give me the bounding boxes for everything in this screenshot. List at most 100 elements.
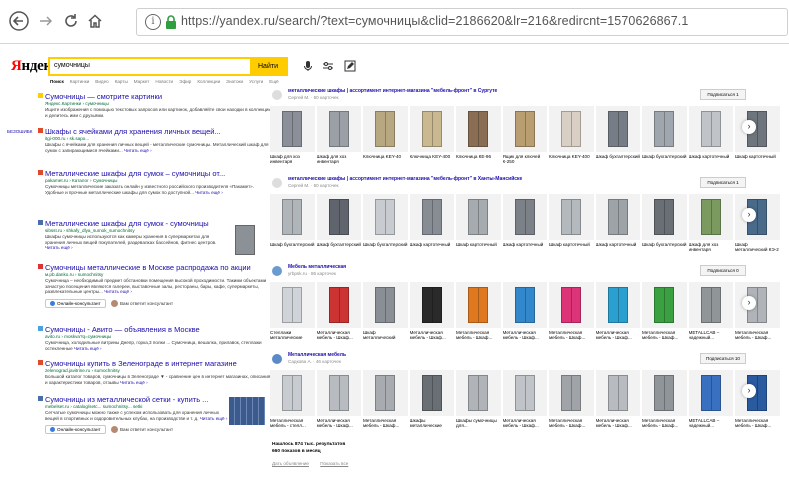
tab-more[interactable]: Ещё [269, 79, 278, 84]
collection-author[interactable]: yrbpsk.ru · 86 карточек [288, 271, 336, 276]
collection-card[interactable]: Шкаф картотечный [595, 194, 640, 253]
tab-experts[interactable]: Знатоки [226, 79, 243, 84]
collection-card[interactable]: METALLCAB – надежный... [688, 282, 733, 341]
collection-card[interactable]: Шкаф бухгалтерский [595, 106, 640, 165]
tab-market[interactable]: Маркет [134, 79, 150, 84]
back-icon[interactable] [8, 10, 30, 32]
card-image[interactable] [502, 370, 547, 416]
microphone-icon[interactable] [302, 60, 314, 72]
collection-card[interactable]: Металлическая мебель - Шкаф... [642, 370, 687, 429]
collection-card[interactable]: Шкаф металлический [363, 282, 408, 341]
collection-card[interactable]: Шкаф бухгалтерский [642, 106, 687, 165]
card-image[interactable] [270, 370, 315, 416]
collection-card[interactable]: Шкафы сумочницы для... [456, 370, 501, 429]
collection-avatar[interactable] [272, 354, 282, 364]
collection-card[interactable]: Металлическая мебель - Шкаф... [502, 370, 547, 429]
collection-card[interactable]: Шкаф бухгалтерский [316, 194, 361, 253]
collection-card[interactable]: Шкаф картотечный [549, 194, 594, 253]
collection-card[interactable]: Шкаф бухгалтерский [642, 194, 687, 253]
read-more-link[interactable]: Читать ещё › [104, 289, 132, 294]
card-image[interactable] [409, 106, 454, 152]
collection-avatar[interactable] [272, 178, 282, 188]
card-image[interactable] [642, 106, 687, 152]
card-image[interactable] [549, 282, 594, 328]
card-image[interactable] [456, 106, 501, 152]
card-image[interactable] [456, 370, 501, 416]
collection-card[interactable]: Металлическая мебель - Шкаф... [456, 282, 501, 341]
card-image[interactable] [502, 194, 547, 240]
collection-card[interactable]: Ящик для ключей К-250 [502, 106, 547, 165]
collection-card[interactable]: Шкаф для хоз инвентаря [316, 106, 361, 165]
result-thumbnail[interactable] [229, 397, 265, 425]
collection-card[interactable]: Металлическая мебель - Шкаф... [316, 282, 361, 341]
card-image[interactable] [270, 194, 315, 240]
collection-card[interactable]: Ключница KEY-40 [363, 106, 408, 165]
collection-title[interactable]: Мебель металлическая [288, 264, 346, 270]
subscribe-button[interactable]: Подписаться 1 [700, 177, 746, 188]
card-image[interactable] [316, 370, 361, 416]
card-image[interactable] [688, 194, 733, 240]
result-title[interactable]: Металлические шкафы для сумок – сумочниц… [45, 169, 273, 178]
collection-card[interactable]: Ключница KEY-400 [409, 106, 454, 165]
chevron-right-icon[interactable]: › [742, 208, 756, 222]
card-image[interactable] [316, 194, 361, 240]
advertise-link[interactable]: Дать объявление [272, 461, 309, 466]
collection-card[interactable]: Шкаф картотечный [688, 106, 733, 165]
card-image[interactable] [688, 106, 733, 152]
collection-author[interactable]: Сергей М. · 50 карточек [288, 95, 339, 100]
settings-sliders-icon[interactable] [322, 60, 334, 72]
result-title[interactable]: Металлические шкафы для сумок - сумочниц… [45, 219, 229, 228]
collection-card[interactable]: Шкаф для хоз инвентаря [688, 194, 733, 253]
read-more-link[interactable]: Читать ещё › [74, 346, 102, 351]
card-image[interactable] [642, 282, 687, 328]
collection-card[interactable]: Шкаф бухгалтерский [363, 194, 408, 253]
search-input[interactable] [54, 62, 254, 69]
result-thumbnail[interactable] [235, 225, 255, 255]
collection-card[interactable]: Шкаф для хоз инвентаря [270, 106, 315, 165]
subscribe-button[interactable]: Подписаться 10 [700, 353, 746, 364]
collection-card[interactable]: Металлическая мебель - Шкаф... [363, 370, 408, 429]
search-button[interactable]: Найти [250, 59, 286, 74]
url-text[interactable]: https://yandex.ru/search/?text=сумочницы… [181, 14, 688, 28]
card-image[interactable] [363, 282, 408, 328]
collection-card[interactable]: Металлическая мебель - Шкаф... [316, 370, 361, 429]
collection-card[interactable]: Металлическая мебель - Шкаф... [549, 370, 594, 429]
tab-images[interactable]: Картинки [70, 79, 89, 84]
collection-card[interactable]: Металлическая мебель - Шкаф... [735, 370, 780, 429]
collection-card[interactable]: Металлическая мебель - Шкаф... [502, 282, 547, 341]
collection-card[interactable]: Стеллажи металлические [270, 282, 315, 341]
card-image[interactable] [409, 282, 454, 328]
reload-icon[interactable] [60, 10, 82, 32]
result-title[interactable]: Сумочницы - Авито — объявления в Москве [45, 325, 273, 334]
tab-news[interactable]: Новости [155, 79, 173, 84]
chevron-right-icon[interactable]: › [742, 296, 756, 310]
forward-icon[interactable] [35, 10, 57, 32]
card-image[interactable] [270, 282, 315, 328]
info-icon[interactable]: i [145, 14, 161, 30]
read-more-link[interactable]: Читать ещё › [124, 148, 152, 153]
home-icon[interactable] [84, 10, 106, 32]
chevron-right-icon[interactable]: › [742, 384, 756, 398]
result-title[interactable]: Сумочницы металлические в Москве распрод… [45, 263, 273, 272]
collection-card[interactable]: Металлическая мебель - стелл... [270, 370, 315, 429]
subscribe-button[interactable]: Подписаться 0 [700, 265, 746, 276]
result-title[interactable]: Сумочницы купить в Зеленограде в интерне… [45, 359, 273, 368]
collection-card[interactable]: Шкаф бухгалтерский [270, 194, 315, 253]
tab-collections[interactable]: Коллекции [197, 79, 220, 84]
tab-maps[interactable]: Карты [115, 79, 128, 84]
tab-video[interactable]: Видео [95, 79, 108, 84]
card-image[interactable] [456, 282, 501, 328]
read-more-link[interactable]: Читать ещё › [200, 416, 228, 421]
collection-card[interactable]: Шкаф картотечный [735, 106, 780, 165]
collection-card[interactable]: Металлическая мебель - Шкаф... [549, 282, 594, 341]
address-bar[interactable]: i https://yandex.ru/search/?text=сумочни… [136, 8, 788, 36]
card-image[interactable] [688, 370, 733, 416]
collection-author[interactable]: Сергей М. · 50 карточек [288, 183, 339, 188]
online-consultant-button[interactable]: Онлайн-консультант [45, 298, 106, 308]
card-image[interactable] [409, 370, 454, 416]
card-image[interactable] [549, 194, 594, 240]
collection-card[interactable]: Металлическая мебель - Шкаф... [409, 282, 454, 341]
card-image[interactable] [316, 282, 361, 328]
result-title[interactable]: Сумочницы — смотрите картинки [45, 92, 273, 101]
collection-card[interactable]: Металлическая мебель - Шкаф... [642, 282, 687, 341]
